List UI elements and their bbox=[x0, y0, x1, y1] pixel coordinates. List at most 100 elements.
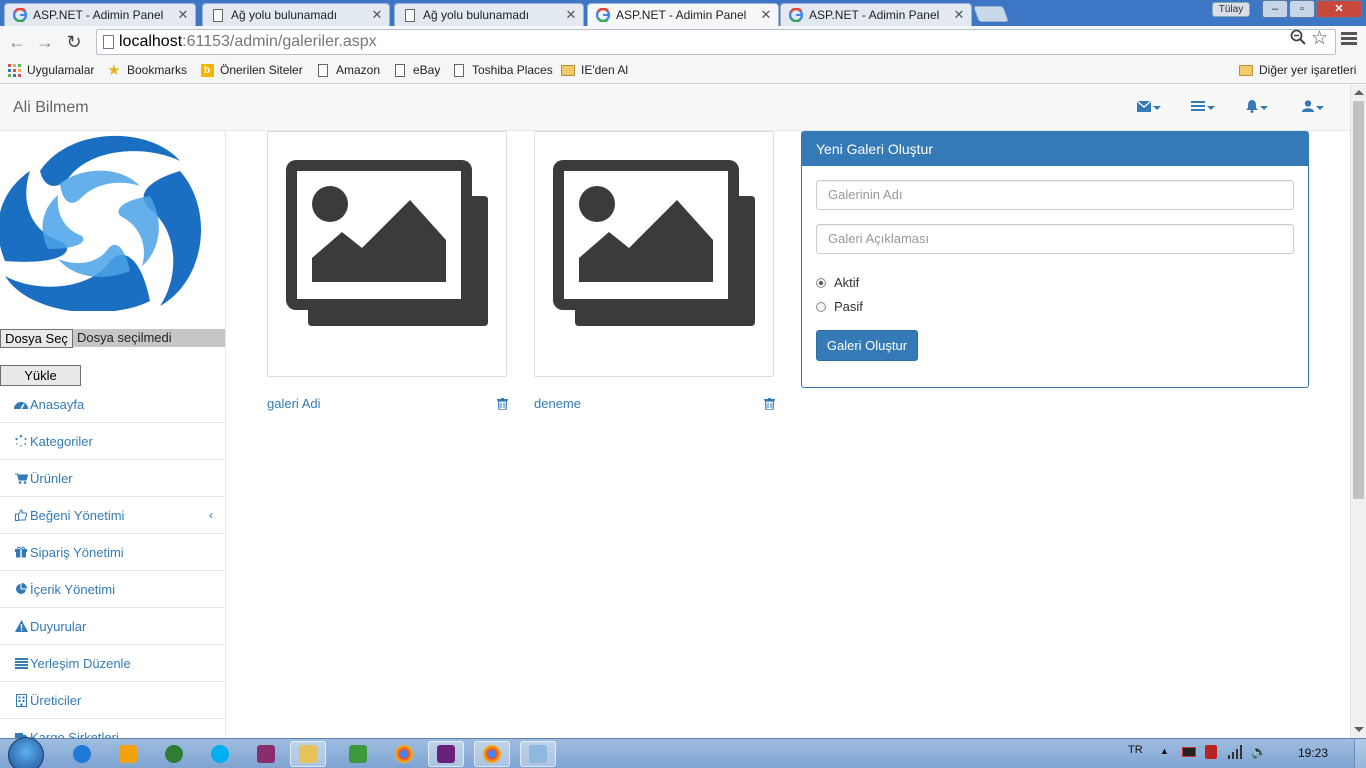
scroll-down-icon[interactable] bbox=[1354, 727, 1364, 732]
battery-icon[interactable] bbox=[1182, 747, 1196, 757]
sidebar-item-duyurular[interactable]: Duyurular bbox=[0, 608, 225, 645]
paint-taskbar-icon[interactable] bbox=[520, 741, 556, 767]
skype-taskbar-icon[interactable] bbox=[202, 741, 238, 767]
sidebar-item-label: İçerik Yönetimi bbox=[30, 581, 116, 597]
radio-aktif[interactable]: Aktif bbox=[816, 275, 859, 290]
close-window-button[interactable]: ✕ bbox=[1316, 0, 1362, 18]
bing-icon: b bbox=[200, 63, 214, 77]
chrome-taskbar-icon-active[interactable] bbox=[474, 741, 510, 767]
close-tab-icon[interactable]: ✕ bbox=[951, 7, 967, 23]
tasks-dropdown[interactable] bbox=[1191, 100, 1215, 115]
messages-dropdown[interactable] bbox=[1136, 100, 1161, 115]
sidebar-item-ureticiler[interactable]: Üreticiler bbox=[0, 682, 225, 719]
star-icon[interactable]: ☆ bbox=[1311, 27, 1328, 50]
close-tab-icon[interactable]: ✕ bbox=[175, 7, 191, 23]
file-status: Dosya seçilmedi bbox=[77, 330, 172, 345]
show-hidden-icons[interactable]: ▲ bbox=[1160, 746, 1169, 756]
sidebar-item-anasayfa[interactable]: Anasayfa bbox=[0, 386, 225, 423]
camtasia-taskbar-icon[interactable] bbox=[340, 741, 376, 767]
chrome-taskbar-icon[interactable] bbox=[386, 741, 422, 767]
upload-button[interactable]: Yükle bbox=[0, 365, 81, 386]
explorer-taskbar-icon[interactable] bbox=[290, 741, 326, 767]
browser-tab[interactable]: Ağ yolu bulunamadı ✕ bbox=[394, 3, 584, 26]
sidebar-item-label: Duyurular bbox=[30, 618, 87, 634]
bookmark-item[interactable]: eBay bbox=[393, 63, 440, 77]
brand[interactable]: Ali Bilmem bbox=[13, 99, 89, 117]
alerts-dropdown[interactable] bbox=[1246, 100, 1268, 116]
radio-button[interactable] bbox=[816, 301, 826, 312]
close-tab-icon[interactable]: ✕ bbox=[563, 7, 579, 23]
browser-tab[interactable]: ASP.NET - Adimin Panel ✕ bbox=[4, 3, 196, 26]
zoom-icon[interactable] bbox=[1290, 29, 1306, 50]
profile-chip[interactable]: Tülay bbox=[1212, 2, 1250, 17]
sidebar-item-kategoriler[interactable]: Kategoriler bbox=[0, 423, 225, 460]
bell-icon bbox=[1246, 100, 1258, 116]
page-scrollbar[interactable] bbox=[1350, 85, 1366, 738]
gallery-name-input[interactable]: Galerinin Adı bbox=[816, 180, 1294, 210]
close-tab-icon[interactable]: ✕ bbox=[369, 7, 385, 23]
browser-tab-active[interactable]: ASP.NET - Adimin Panel ✕ bbox=[587, 3, 779, 26]
trash-icon[interactable] bbox=[764, 398, 775, 411]
bookmark-item[interactable]: b Önerilen Siteler bbox=[200, 63, 303, 77]
network-icon[interactable] bbox=[1228, 745, 1244, 762]
browser-tab[interactable]: ASP.NET - Adimin Panel ✕ bbox=[780, 3, 972, 26]
sidebar-item-kargo-sirketleri[interactable]: Kargo Şirketleri bbox=[0, 719, 225, 738]
action-center-icon[interactable] bbox=[1205, 745, 1217, 759]
sidebar-item-siparis-yonetimi[interactable]: Sipariş Yönetimi bbox=[0, 534, 225, 571]
address-bar[interactable]: localhost:61153/admin/galeriler.aspx bbox=[96, 29, 1336, 55]
gallery-name-link[interactable]: deneme bbox=[534, 396, 581, 411]
browser-toolbar: ← → ↻ localhost:61153/admin/galeriler.as… bbox=[0, 26, 1366, 58]
page-viewport: Ali Bilmem Dosya Seç Dosya seçilmedi Yük… bbox=[0, 85, 1350, 738]
scroll-up-icon[interactable] bbox=[1354, 90, 1364, 95]
winrar-taskbar-icon[interactable] bbox=[248, 741, 284, 767]
visual-studio-taskbar-icon[interactable] bbox=[428, 741, 464, 767]
sidebar-item-icerik-yonetimi[interactable]: İçerik Yönetimi bbox=[0, 571, 225, 608]
gallery-description-input[interactable]: Galeri Açıklaması bbox=[816, 224, 1294, 254]
other-bookmarks[interactable]: Diğer yer işaretleri bbox=[1239, 63, 1356, 77]
page-icon bbox=[103, 35, 114, 49]
sidebar-item-begeni-yonetimi[interactable]: Beğeni Yönetimi ‹ bbox=[0, 497, 225, 534]
browser-tab[interactable]: Ağ yolu bulunamadı ✕ bbox=[202, 3, 390, 26]
bookmark-item[interactable]: ★ Bookmarks bbox=[107, 62, 187, 79]
maximize-button[interactable]: ▫ bbox=[1289, 0, 1315, 18]
reload-icon[interactable]: ↻ bbox=[64, 31, 84, 53]
scrollbar-thumb[interactable] bbox=[1353, 101, 1364, 499]
bookmark-item[interactable]: Amazon bbox=[316, 63, 380, 77]
ie-taskbar-icon[interactable] bbox=[64, 741, 100, 767]
media-player-taskbar-icon[interactable] bbox=[110, 741, 146, 767]
trash-icon[interactable] bbox=[497, 398, 508, 411]
sidebar-item-urunler[interactable]: Ürünler bbox=[0, 460, 225, 497]
radio-button-selected[interactable] bbox=[816, 277, 826, 288]
volume-icon[interactable]: 🔈 bbox=[1251, 744, 1267, 760]
user-dropdown[interactable] bbox=[1302, 100, 1324, 115]
close-tab-icon[interactable]: ✕ bbox=[758, 7, 774, 23]
clock[interactable]: 19:23 bbox=[1298, 746, 1328, 760]
logo-image bbox=[0, 131, 224, 311]
forward-icon[interactable]: → bbox=[35, 31, 55, 53]
back-icon[interactable]: ← bbox=[7, 31, 27, 53]
sidebar: Dosya Seç Dosya seçilmedi Yükle Anasayfa… bbox=[0, 131, 226, 738]
gallery-thumbnail[interactable] bbox=[267, 131, 507, 377]
bookmark-item[interactable]: Toshiba Places bbox=[452, 63, 553, 77]
thumbs-up-icon bbox=[14, 509, 28, 521]
choose-file-button[interactable]: Dosya Seç bbox=[0, 329, 73, 348]
gallery-name-link[interactable]: galeri Adi bbox=[267, 396, 320, 411]
menu-icon[interactable] bbox=[1341, 32, 1357, 48]
create-gallery-button[interactable]: Galeri Oluştur bbox=[816, 330, 918, 361]
panel-title: Yeni Galeri Oluştur bbox=[802, 132, 1308, 166]
bookmark-item[interactable]: IE'den Al bbox=[561, 63, 628, 77]
media-center-taskbar-icon[interactable] bbox=[156, 741, 192, 767]
radio-pasif[interactable]: Pasif bbox=[816, 299, 863, 314]
show-desktop-button[interactable] bbox=[1354, 739, 1366, 768]
gallery-thumbnail[interactable] bbox=[534, 131, 774, 377]
image-placeholder-icon bbox=[553, 160, 755, 326]
tab-title: ASP.NET - Adimin Panel bbox=[616, 8, 747, 22]
sidebar-item-yerlesim-duzenle[interactable]: Yerleşim Düzenle bbox=[0, 645, 225, 682]
start-button[interactable] bbox=[8, 737, 44, 768]
cart-icon bbox=[14, 472, 28, 484]
bookmark-item[interactable]: Uygulamalar bbox=[7, 63, 94, 77]
page-icon bbox=[452, 63, 466, 77]
new-tab-button[interactable] bbox=[973, 6, 1009, 22]
language-indicator[interactable]: TR bbox=[1128, 744, 1143, 756]
minimize-button[interactable]: – bbox=[1262, 0, 1288, 18]
